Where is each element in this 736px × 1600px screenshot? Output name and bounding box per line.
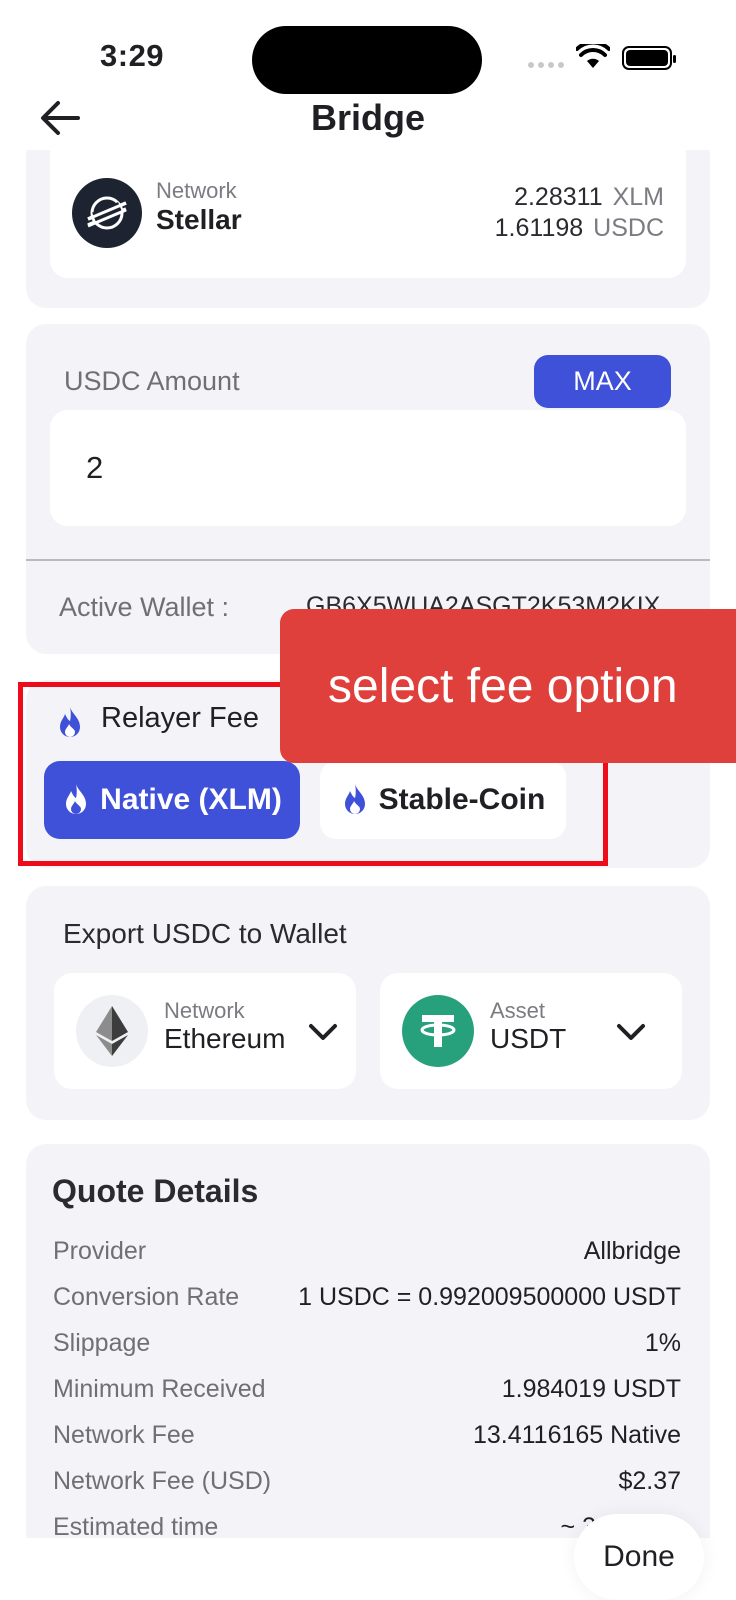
quote-value-network-fee-usd: $2.37 xyxy=(618,1467,681,1495)
quote-label-network-fee: Network Fee xyxy=(53,1421,195,1449)
tutorial-tooltip: select fee option xyxy=(280,609,736,763)
export-asset-value: USDT xyxy=(490,1023,567,1054)
page-title: Bridge xyxy=(310,97,425,138)
quote-value-conversion-rate: 1 USDC = 0.992009500000 USDT xyxy=(298,1283,681,1311)
quote-label-slippage: Slippage xyxy=(53,1329,151,1357)
quote-value-provider: Allbridge xyxy=(583,1237,681,1265)
quote-label-conversion-rate: Conversion Rate xyxy=(53,1283,240,1311)
quote-label-minimum-received: Minimum Received xyxy=(53,1375,266,1403)
quote-label-provider: Provider xyxy=(53,1237,147,1265)
battery-icon xyxy=(622,46,676,70)
amount-input[interactable] xyxy=(50,410,686,526)
stellar-logo-icon xyxy=(72,178,142,248)
wifi-icon xyxy=(576,44,610,68)
export-network-label: Network xyxy=(164,998,245,1023)
source-network-label: Network xyxy=(156,178,237,203)
tooltip-text: select fee option xyxy=(328,659,678,713)
balance-usdc: 1.61198 USDC xyxy=(494,214,664,242)
cellular-icon xyxy=(528,62,564,68)
export-asset-label: Asset xyxy=(490,998,546,1023)
quote-label-network-fee-usd: Network Fee (USD) xyxy=(53,1467,272,1495)
source-network-name: Stellar xyxy=(156,204,242,235)
quote-value-minimum-received: 1.984019 USDT xyxy=(501,1375,681,1403)
dynamic-island xyxy=(252,26,482,94)
export-label: Export USDC to Wallet xyxy=(63,918,347,949)
done-button[interactable]: Done xyxy=(574,1514,704,1600)
export-network-value: Ethereum xyxy=(164,1023,286,1054)
active-wallet-label: Active Wallet : xyxy=(59,592,230,622)
ethereum-icon xyxy=(76,995,148,1067)
divider xyxy=(26,559,710,561)
chevron-down-icon xyxy=(617,1024,645,1040)
quote-value-slippage: 1% xyxy=(644,1329,681,1357)
chevron-down-icon xyxy=(309,1024,337,1040)
max-button[interactable]: MAX xyxy=(534,355,671,408)
balance-xlm: 2.28311 XLM xyxy=(514,183,664,211)
quote-title: Quote Details xyxy=(52,1173,259,1209)
quote-value-network-fee: 13.4116165 Native xyxy=(472,1421,681,1449)
usdt-icon xyxy=(402,995,474,1067)
amount-label: USDC Amount xyxy=(64,366,240,396)
status-time: 3:29 xyxy=(100,38,165,73)
